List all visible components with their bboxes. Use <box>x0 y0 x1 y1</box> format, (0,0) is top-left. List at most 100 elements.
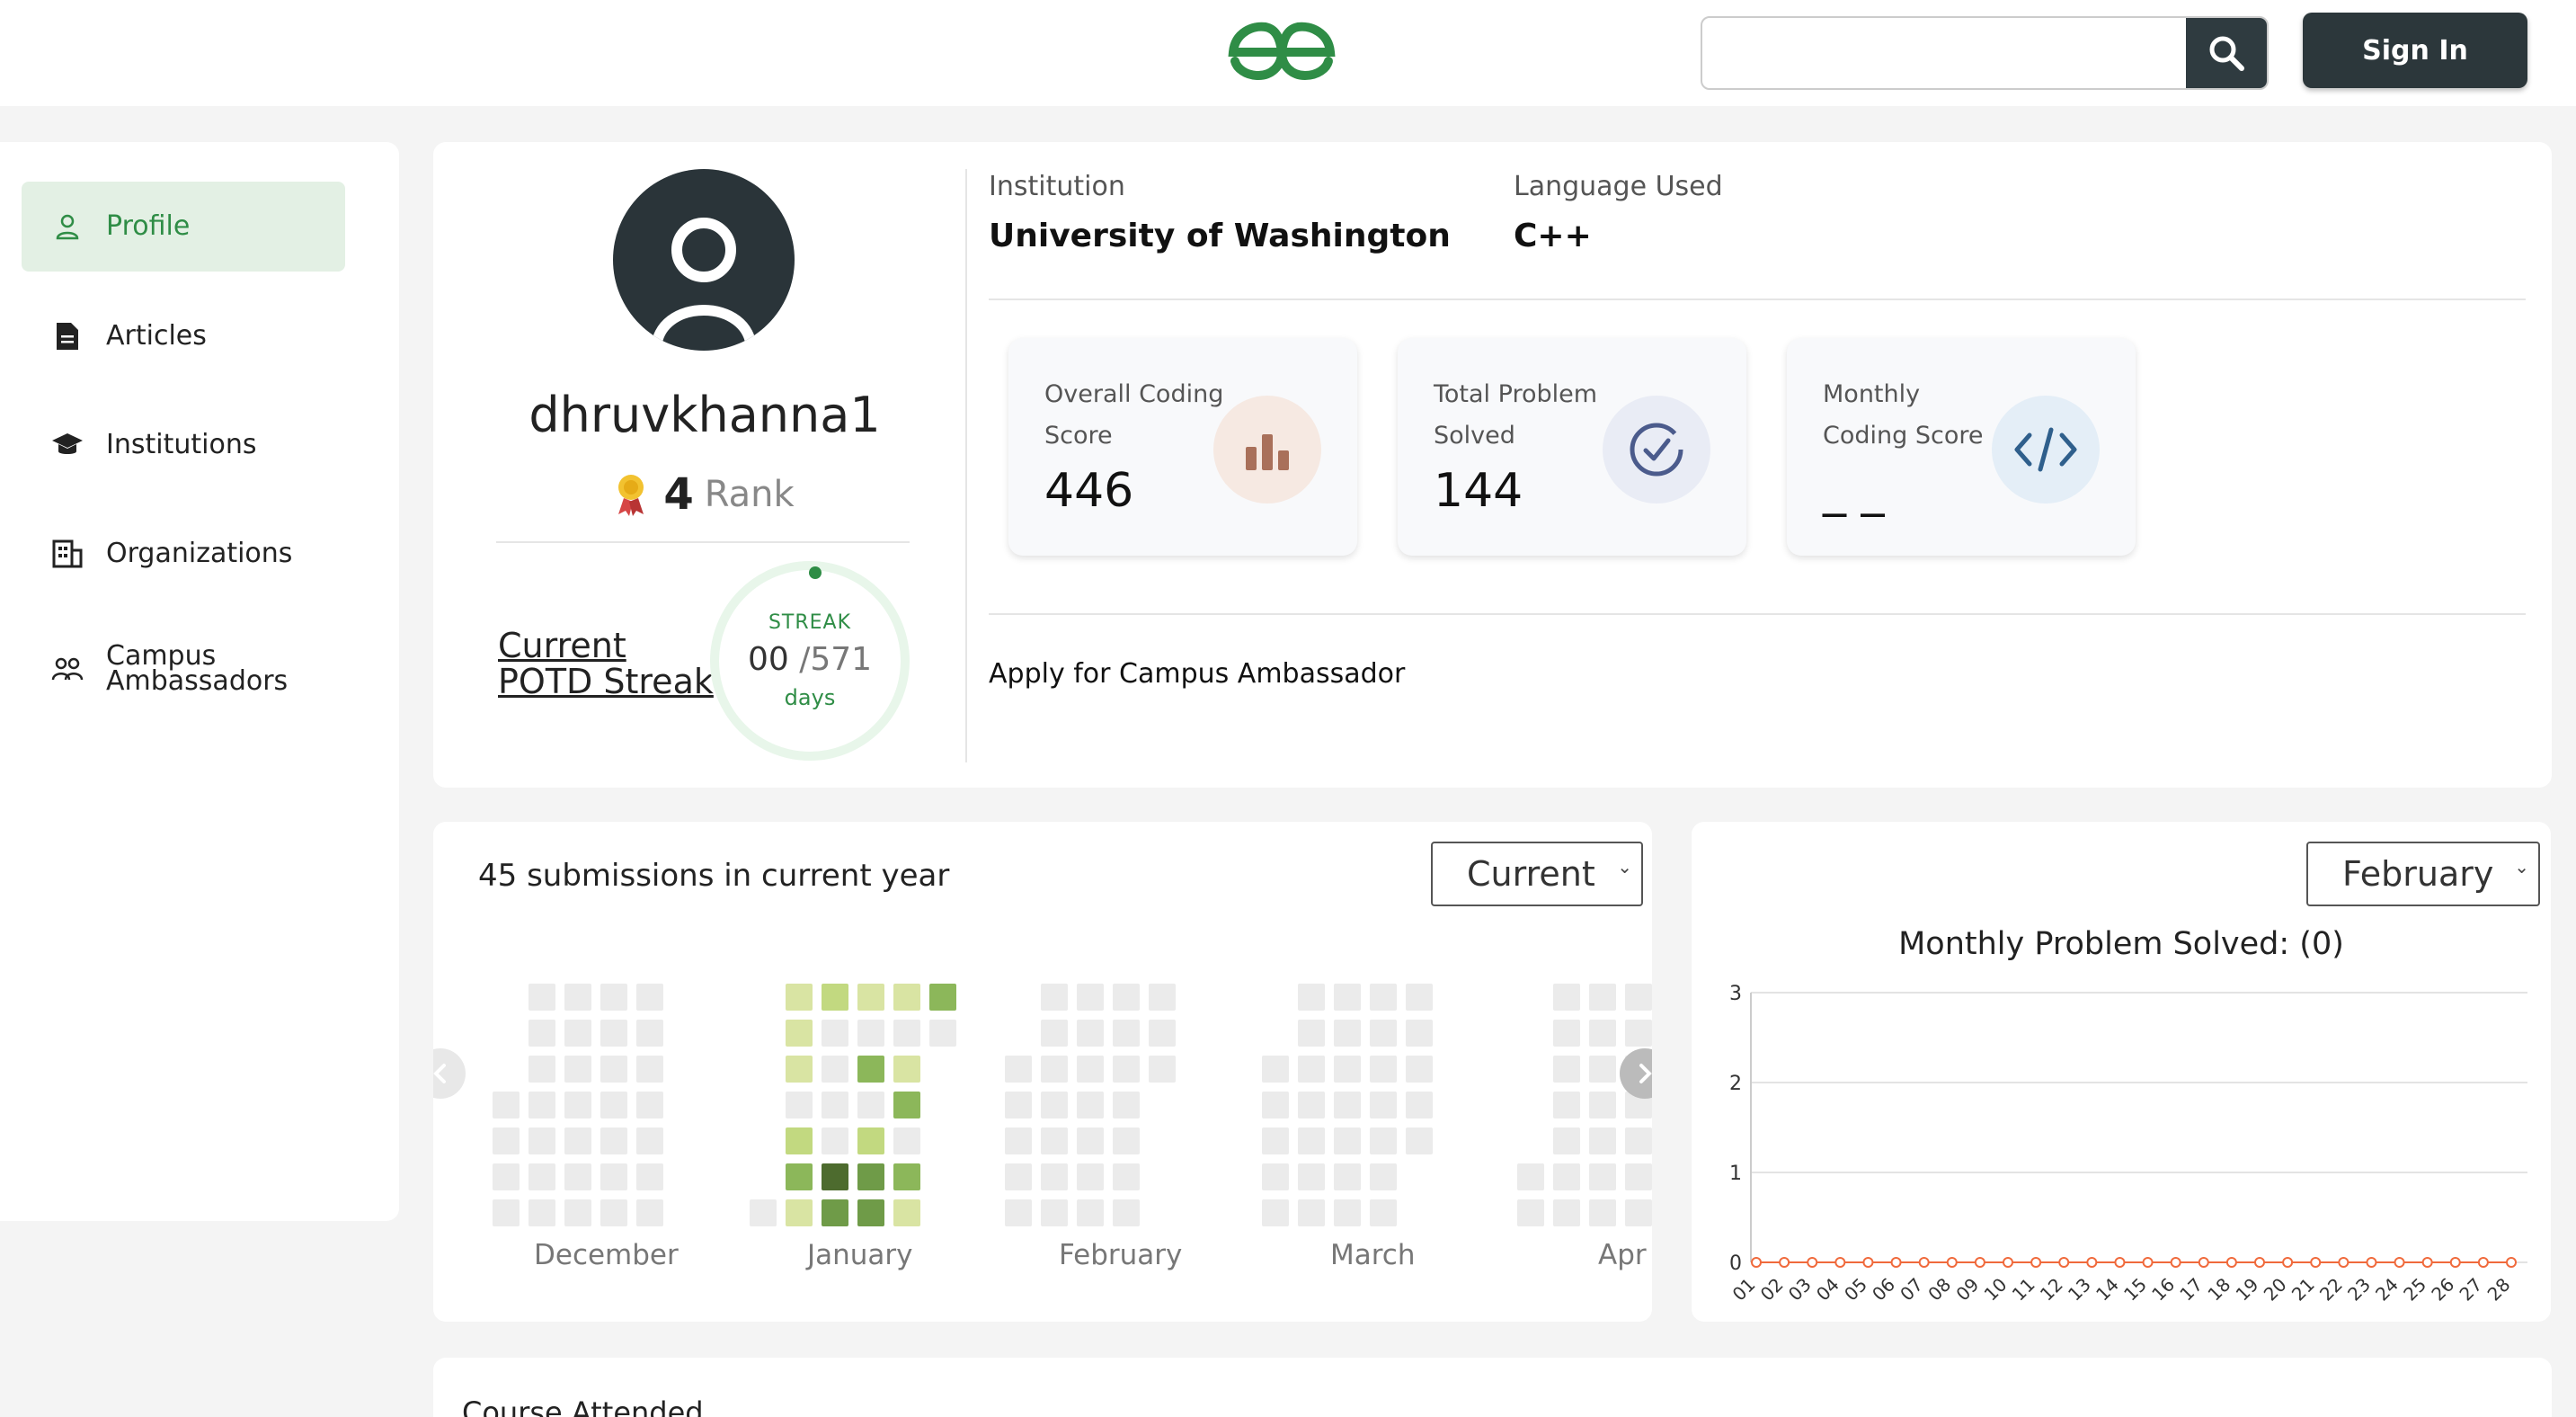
sidebar: Profile Articles Institutions Organizati… <box>0 142 399 1221</box>
heatmap-day-cell <box>1334 1163 1361 1190</box>
username: dhruvkhanna1 <box>529 387 881 443</box>
heatmap-day-cell <box>1553 1163 1580 1190</box>
people-icon <box>50 652 84 686</box>
heatmap-day-cell <box>1589 1163 1616 1190</box>
heatmap-day-cell <box>564 1127 591 1154</box>
heatmap-day-cell <box>1589 1199 1616 1226</box>
heatmap-day-cell <box>1262 1163 1289 1190</box>
heatmap-day-cell <box>1298 984 1325 1011</box>
heatmap-day-cell <box>822 1199 848 1226</box>
sidebar-item-campus-ambassadors[interactable]: Campus Ambassadors <box>22 624 345 714</box>
x-tick-label: 15 <box>2119 1274 2151 1306</box>
sidebar-item-label: Campus Ambassadors <box>106 640 289 697</box>
month-label: December <box>534 1239 679 1271</box>
x-tick-label: 16 <box>2147 1274 2179 1306</box>
heatmap-day-cell <box>786 1020 813 1047</box>
course-title: Course Attended <box>462 1395 704 1417</box>
heatmap-day-cell <box>786 1199 813 1226</box>
data-point <box>2254 1257 2265 1268</box>
search-input[interactable] <box>1702 18 2188 88</box>
heatmap-day-cell <box>822 984 848 1011</box>
heatmap-day-cell <box>600 1199 627 1226</box>
heatmap-day-cell <box>929 1020 956 1047</box>
heatmap-day-cell <box>1262 1199 1289 1226</box>
heatmap-day-cell <box>1262 1127 1289 1154</box>
month-select[interactable]: February ⌄ <box>2306 842 2540 906</box>
heatmap-day-cell <box>493 1092 520 1118</box>
x-tick-label: 20 <box>2260 1274 2291 1306</box>
potd-streak-link[interactable]: Current POTD Streak <box>498 628 714 700</box>
sidebar-item-articles[interactable]: Articles <box>22 291 345 381</box>
heatmap-day-cell <box>1589 1127 1616 1154</box>
heatmap-day-cell <box>600 1127 627 1154</box>
stat-value: _ _ <box>1823 464 1885 518</box>
heatmap-day-cell <box>564 1163 591 1190</box>
person-icon <box>50 209 84 244</box>
heatmap-day-cell <box>1113 1127 1140 1154</box>
sidebar-item-profile[interactable]: Profile <box>22 182 345 272</box>
prev-arrow-button[interactable] <box>433 1048 466 1099</box>
rank-label: Rank <box>704 474 795 515</box>
graduation-cap-icon <box>50 428 84 462</box>
heatmap-day-cell <box>857 1092 884 1118</box>
heatmap-day-cell <box>1298 1199 1325 1226</box>
gfg-logo[interactable] <box>1226 20 1337 85</box>
heatmap-day-cell <box>1406 1056 1433 1083</box>
heatmap-day-cell <box>636 1163 663 1190</box>
heatmap-day-cell <box>1005 1056 1032 1083</box>
stat-card-problems-solved: Total Problem Solved 144 <box>1398 338 1746 556</box>
x-tick-label: 28 <box>2483 1274 2515 1306</box>
heatmap-day-cell <box>1005 1163 1032 1190</box>
sidebar-item-label: Organizations <box>106 538 293 569</box>
x-tick-label: 11 <box>2008 1274 2039 1306</box>
sidebar-item-organizations[interactable]: Organizations <box>22 509 345 599</box>
heatmap-day-cell <box>893 984 920 1011</box>
sidebar-item-institutions[interactable]: Institutions <box>22 400 345 490</box>
data-point <box>2003 1257 2013 1268</box>
y-tick-label: 0 <box>1729 1252 1742 1275</box>
heatmap-day-cell <box>1262 1092 1289 1118</box>
stat-label: Overall Coding Score <box>1044 380 1224 450</box>
chevron-left-icon <box>433 1064 446 1083</box>
heatmap-day-cell <box>857 1199 884 1226</box>
data-point <box>1862 1257 1874 1268</box>
heatmap-day-cell <box>1113 1163 1140 1190</box>
heatmap-day-cell <box>822 1092 848 1118</box>
x-tick-label: 23 <box>2343 1274 2375 1306</box>
stat-value: 446 <box>1044 464 1134 518</box>
heatmap-day-cell <box>564 1199 591 1226</box>
streak-count: 00 /571 <box>747 641 873 678</box>
heatmap-day-cell <box>893 1092 920 1118</box>
heatmap-day-cell <box>929 984 956 1011</box>
y-tick-label: 1 <box>1729 1163 1742 1185</box>
year-select[interactable]: Current ⌄ <box>1431 842 1643 906</box>
search-button[interactable] <box>2186 18 2267 88</box>
heatmap-day-cell <box>1298 1092 1325 1118</box>
heatmap-day-cell <box>1625 1127 1652 1154</box>
heatmap-day-cell <box>857 1056 884 1083</box>
stat-card-coding-score: Overall Coding Score 446 <box>1008 338 1357 556</box>
heatmap-day-cell <box>1298 1163 1325 1190</box>
data-point <box>2114 1257 2126 1268</box>
data-point <box>2198 1257 2209 1268</box>
campus-ambassador-link[interactable]: Apply for Campus Ambassador <box>989 658 1405 690</box>
heatmap-day-cell <box>1625 1199 1652 1226</box>
heatmap-day-cell <box>1298 1127 1325 1154</box>
gfg-logo-icon <box>1228 22 1336 81</box>
heatmap-day-cell <box>1113 984 1140 1011</box>
heatmap-day-cell <box>1406 984 1433 1011</box>
heatmap-day-cell <box>1041 1163 1068 1190</box>
stat-card-monthly-score: Monthly Coding Score _ _ <box>1787 338 2136 556</box>
streak-unit: days <box>784 685 836 710</box>
heatmap-day-cell <box>1077 1199 1104 1226</box>
heatmap-day-cell <box>636 984 663 1011</box>
heatmap-day-cell <box>493 1199 520 1226</box>
sign-in-button[interactable]: Sign In <box>2303 13 2527 88</box>
heatmap-day-cell <box>1334 1092 1361 1118</box>
heatmap-day-cell <box>564 1020 591 1047</box>
profile-card: dhruvkhanna1 4 Rank Current POTD Streak … <box>433 142 2552 788</box>
heatmap-day-cell <box>1370 1092 1397 1118</box>
x-tick-label: 09 <box>1951 1274 1983 1306</box>
x-tick-label: 02 <box>1756 1274 1788 1306</box>
user-avatar-icon <box>651 218 757 351</box>
